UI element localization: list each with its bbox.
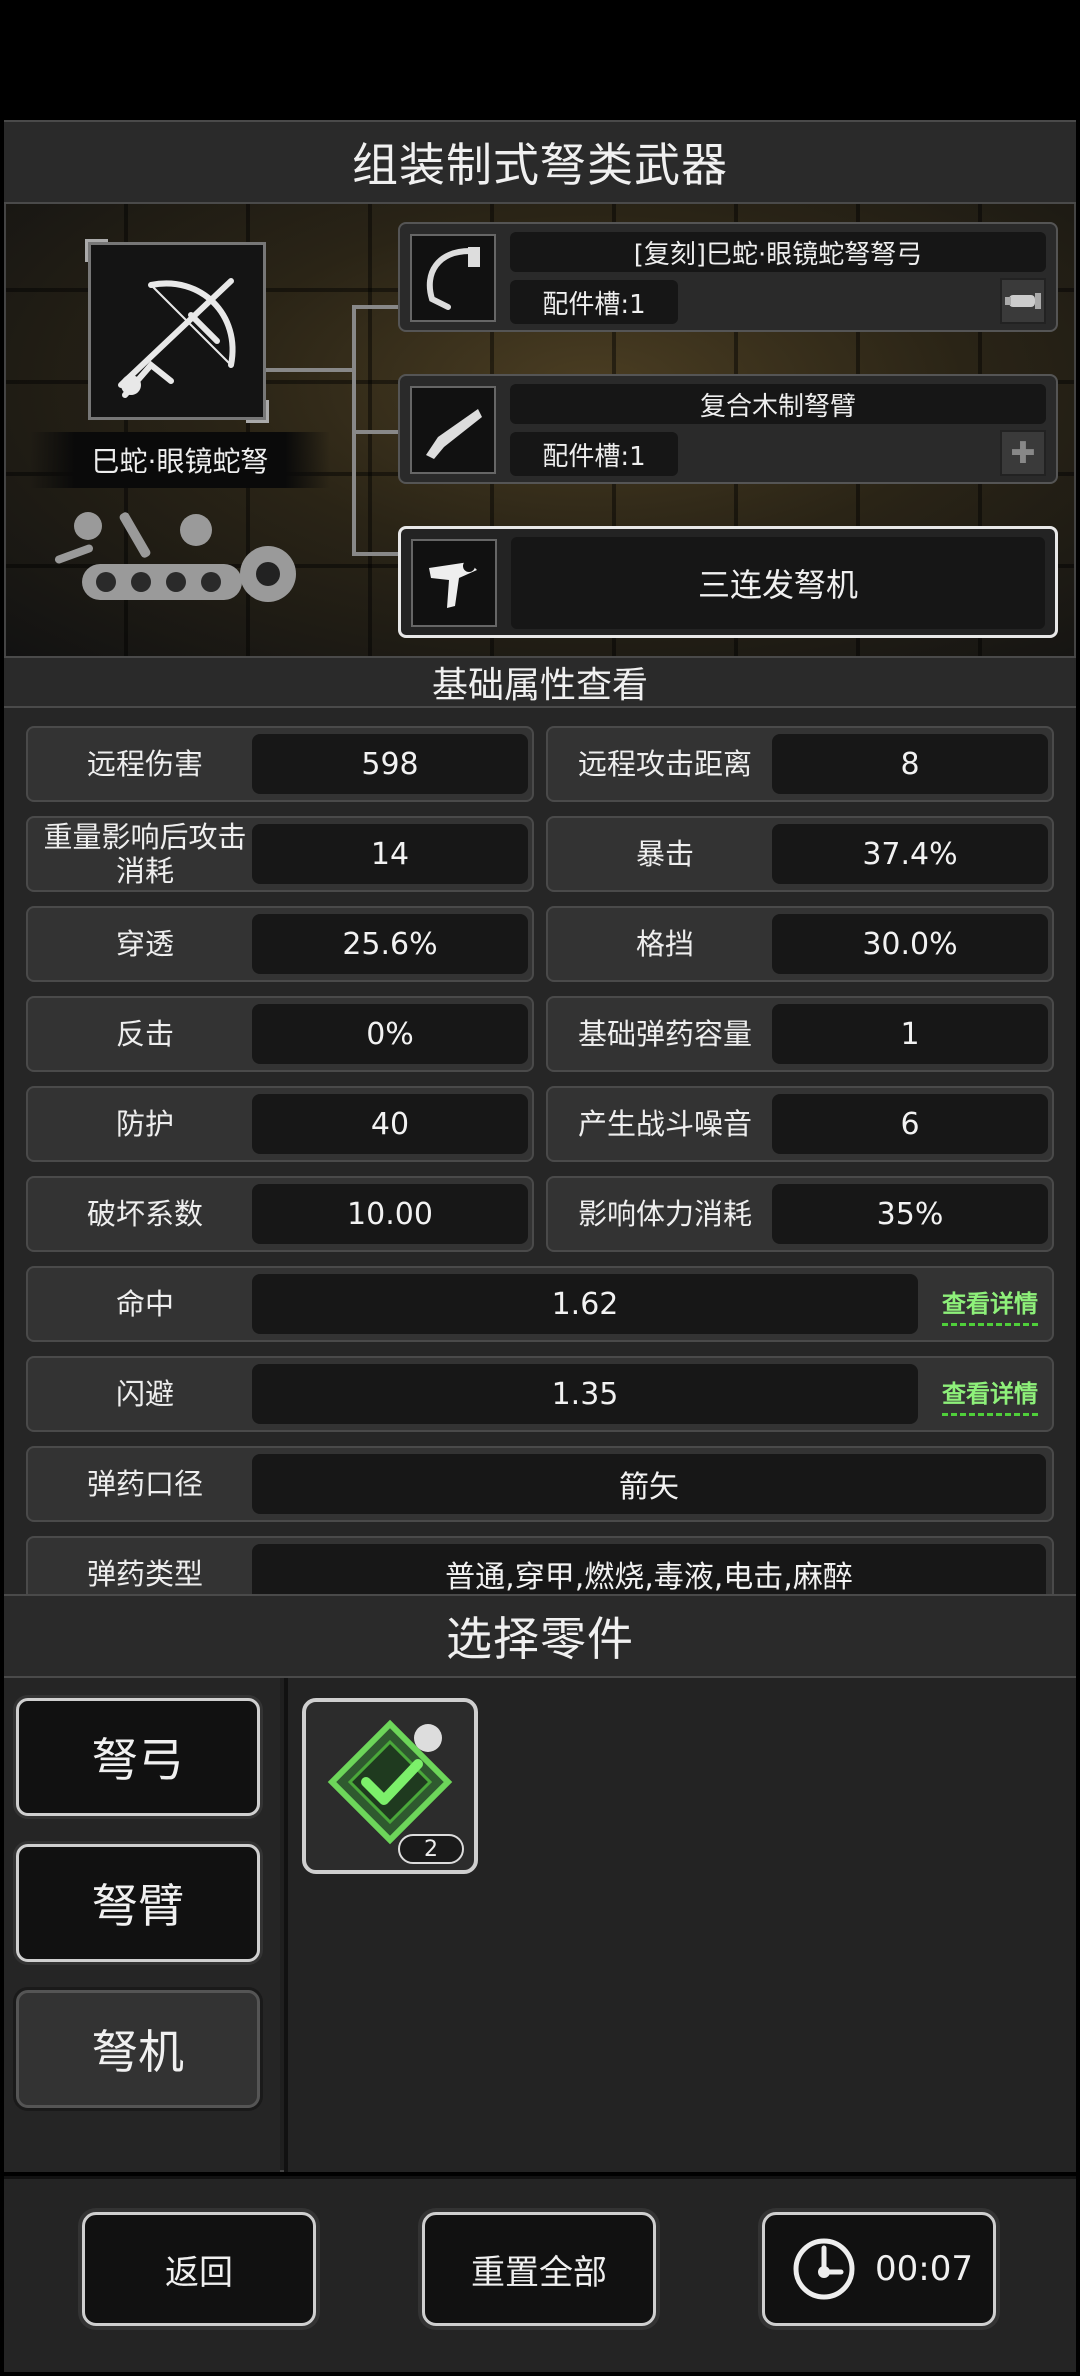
plus-icon[interactable]: ✚ — [1000, 430, 1046, 476]
stock-icon — [410, 386, 496, 474]
part-name: [复刻]巳蛇·眼镜蛇弩弩弓 — [510, 232, 1046, 272]
part-name: 复合木制弩臂 — [510, 384, 1046, 424]
timer-button[interactable]: 00:07 — [762, 2212, 996, 2326]
stat-ranged-range: 远程攻击距离 8 — [546, 726, 1054, 802]
back-button[interactable]: 返回 — [82, 2212, 316, 2326]
connector-line — [352, 552, 398, 556]
stat-value: 1.35 — [252, 1364, 918, 1424]
stat-label: 远程攻击距离 — [577, 747, 752, 781]
stat-label: 基础弹药容量 — [577, 1017, 752, 1051]
title-bar: 组装制式弩类武器 — [4, 120, 1076, 204]
view-details-link[interactable]: 查看详情 — [942, 1284, 1038, 1326]
stat-value: 598 — [252, 734, 528, 794]
accessory-slots-label: 配件槽:1 — [510, 432, 678, 476]
stat-value: 普通,穿甲,燃烧,毒液,电击,麻醉 — [252, 1544, 1046, 1594]
trigger-icon — [411, 539, 497, 627]
stat-critical: 暴击 37.4% — [546, 816, 1054, 892]
stat-value: 35% — [772, 1184, 1048, 1244]
equipped-check-icon — [327, 1719, 453, 1845]
stat-evasion: 闪避 1.35 查看详情 — [26, 1356, 1054, 1432]
stat-counter: 反击 0% — [26, 996, 534, 1072]
part-slot-bow[interactable]: [复刻]巳蛇·眼镜蛇弩弩弓 配件槽:1 — [398, 222, 1058, 332]
weapon-frame[interactable] — [85, 239, 269, 423]
clock-icon — [793, 2238, 855, 2300]
stat-label: 闪避 — [115, 1377, 174, 1411]
stat-value: 8 — [772, 734, 1048, 794]
timer-text: 00:07 — [875, 2249, 973, 2289]
stat-value: 10.00 — [252, 1184, 528, 1244]
stat-value: 箭矢 — [252, 1454, 1046, 1514]
view-details-link[interactable]: 查看详情 — [942, 1374, 1038, 1416]
stat-label: 远程伤害 — [86, 747, 203, 781]
stat-label: 弹药类型 — [86, 1557, 203, 1591]
stat-label: 防护 — [115, 1107, 174, 1141]
page-title: 组装制式弩类武器 — [352, 138, 728, 192]
stat-combat-noise: 产生战斗噪音 6 — [546, 1086, 1054, 1162]
scope-icon[interactable] — [1000, 278, 1046, 324]
connector-line — [266, 368, 354, 372]
stat-protection: 防护 40 — [26, 1086, 534, 1162]
stat-value: 0% — [252, 1004, 528, 1064]
stat-value: 14 — [252, 824, 528, 884]
stat-ranged-damage: 远程伤害 598 — [26, 726, 534, 802]
stat-penetration: 穿透 25.6% — [26, 906, 534, 982]
stat-block: 格挡 30.0% — [546, 906, 1054, 982]
stats-title: 基础属性查看 — [431, 665, 648, 706]
item-count-badge: 2 — [398, 1834, 464, 1864]
category-bow[interactable]: 弩弓 — [16, 1698, 260, 1816]
stats-panel[interactable]: 远程伤害 598 远程攻击距离 8 重量影响后攻击消耗 14 暴击 37.4% … — [4, 708, 1076, 1594]
stat-label: 弹药口径 — [86, 1467, 203, 1501]
stat-value: 30.0% — [772, 914, 1048, 974]
stat-stamina-cost: 影响体力消耗 35% — [546, 1176, 1054, 1252]
stat-label: 命中 — [115, 1287, 174, 1321]
bow-icon — [410, 234, 496, 322]
stat-value: 25.6% — [252, 914, 528, 974]
crossbow-icon — [118, 278, 236, 398]
stat-ammo-capacity: 基础弹药容量 1 — [546, 996, 1054, 1072]
part-slot-trigger[interactable]: 三连发弩机 — [398, 526, 1058, 638]
stat-value: 37.4% — [772, 824, 1048, 884]
stat-label: 破坏系数 — [86, 1197, 203, 1231]
category-trigger[interactable]: 弩机 — [16, 1990, 260, 2108]
stat-ammo-caliber: 弹药口径 箭矢 — [26, 1446, 1054, 1522]
reset-all-button[interactable]: 重置全部 — [422, 2212, 656, 2326]
stat-label: 暴击 — [635, 837, 694, 871]
stat-ammo-type: 弹药类型 普通,穿甲,燃烧,毒液,电击,麻醉 — [26, 1536, 1054, 1594]
weapon-name: 巳蛇·眼镜蛇弩 — [30, 432, 330, 488]
stat-value: 1.62 — [252, 1274, 918, 1334]
stat-weight-attack-cost: 重量影响后攻击消耗 14 — [26, 816, 534, 892]
category-stock[interactable]: 弩臂 — [16, 1844, 260, 1962]
stat-label: 反击 — [115, 1017, 174, 1051]
accessory-slots-label: 配件槽:1 — [510, 280, 678, 324]
stat-label: 格挡 — [635, 927, 694, 961]
stat-accuracy: 命中 1.62 查看详情 — [26, 1266, 1054, 1342]
stat-value: 40 — [252, 1094, 528, 1154]
stat-value: 6 — [772, 1094, 1048, 1154]
stat-label: 影响体力消耗 — [577, 1197, 752, 1231]
stat-value: 1 — [772, 1004, 1048, 1064]
select-title-bar: 选择零件 — [4, 1594, 1076, 1678]
stat-label: 穿透 — [115, 927, 174, 961]
select-title: 选择零件 — [446, 1612, 634, 1666]
stat-label: 产生战斗噪音 — [577, 1107, 752, 1141]
stats-title-bar: 基础属性查看 — [4, 656, 1076, 708]
assembly-gears-icon — [54, 512, 296, 602]
part-slot-stock[interactable]: 复合木制弩臂 配件槽:1 ✚ — [398, 374, 1058, 484]
connector-line — [352, 305, 398, 309]
part-item-card[interactable]: 2 — [302, 1698, 478, 1874]
connector-line — [352, 430, 398, 434]
part-name: 三连发弩机 — [511, 537, 1045, 629]
stat-destruction: 破坏系数 10.00 — [26, 1176, 534, 1252]
stat-label: 重量影响后攻击消耗 — [43, 820, 247, 888]
